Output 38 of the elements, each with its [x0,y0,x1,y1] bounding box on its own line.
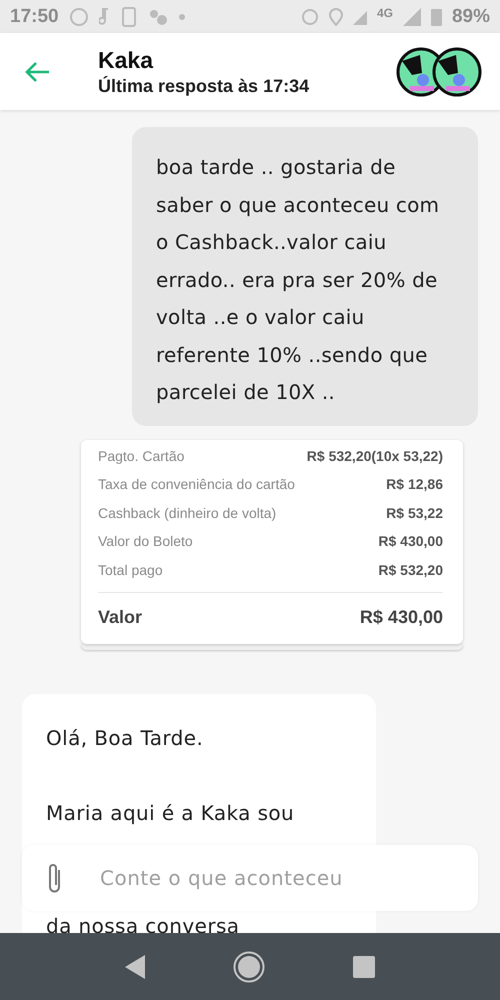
signal-icon [402,8,421,26]
total-label: Valor [98,607,142,628]
receipt-label: Cashback (dinheiro de volta) [98,504,276,521]
receipt-label: Pagto. Cartão [98,448,184,464]
square-icon [353,956,375,978]
last-reply-time: Última resposta às 17:34 [98,76,310,96]
back-button[interactable] [24,60,50,82]
back-triangle-icon [125,954,145,978]
home-circle-icon [233,950,265,982]
receipt-value: R$ 12,86 [386,476,443,492]
music-note-icon [98,8,111,26]
receipt-label: Valor do Boleto [98,533,193,550]
nav-back-button[interactable] [125,954,145,978]
receipt-label: Total pago [98,562,163,578]
receipt-value: R$ 532,20(10x 53,22) [306,448,443,464]
location-icon [328,8,343,26]
battery-icon [430,8,442,26]
home-button[interactable] [233,950,265,982]
contact-name: Kaka [98,46,154,74]
network-label: 4G [376,6,393,20]
battery-percent: 89% [452,6,490,28]
clock: 17:50 [10,6,59,28]
message-field[interactable]: Conte o que aconteceu [100,866,430,890]
document-icon [120,6,137,26]
message-text: boa tarde .. gostaria de saber o que aconteceu com o Cashback..valor caiu errado.. era pra ser 20% de volta ..e o valor caiu referente 10% ..sendo que parcelei de 10X .. [156,154,440,406]
recents-button[interactable] [353,956,375,978]
message-text: Olá, Boa Tarde. [46,725,204,752]
receipt-value: R$ 532,20 [378,562,443,578]
receipt-label: Taxa de conveniência do cartão [98,476,295,492]
avatar [432,46,482,96]
dot-icon [178,14,185,20]
total-value: R$ 430,00 [360,607,443,628]
message-text: da nossa conversa [46,912,240,933]
back-arrow-icon [24,60,50,82]
signal-icon [352,8,367,24]
receipt-value: R$ 53,22 [386,504,443,521]
message-text: Maria aqui é a Kaka sou [46,800,296,827]
receipt-value: R$ 430,00 [378,533,443,550]
